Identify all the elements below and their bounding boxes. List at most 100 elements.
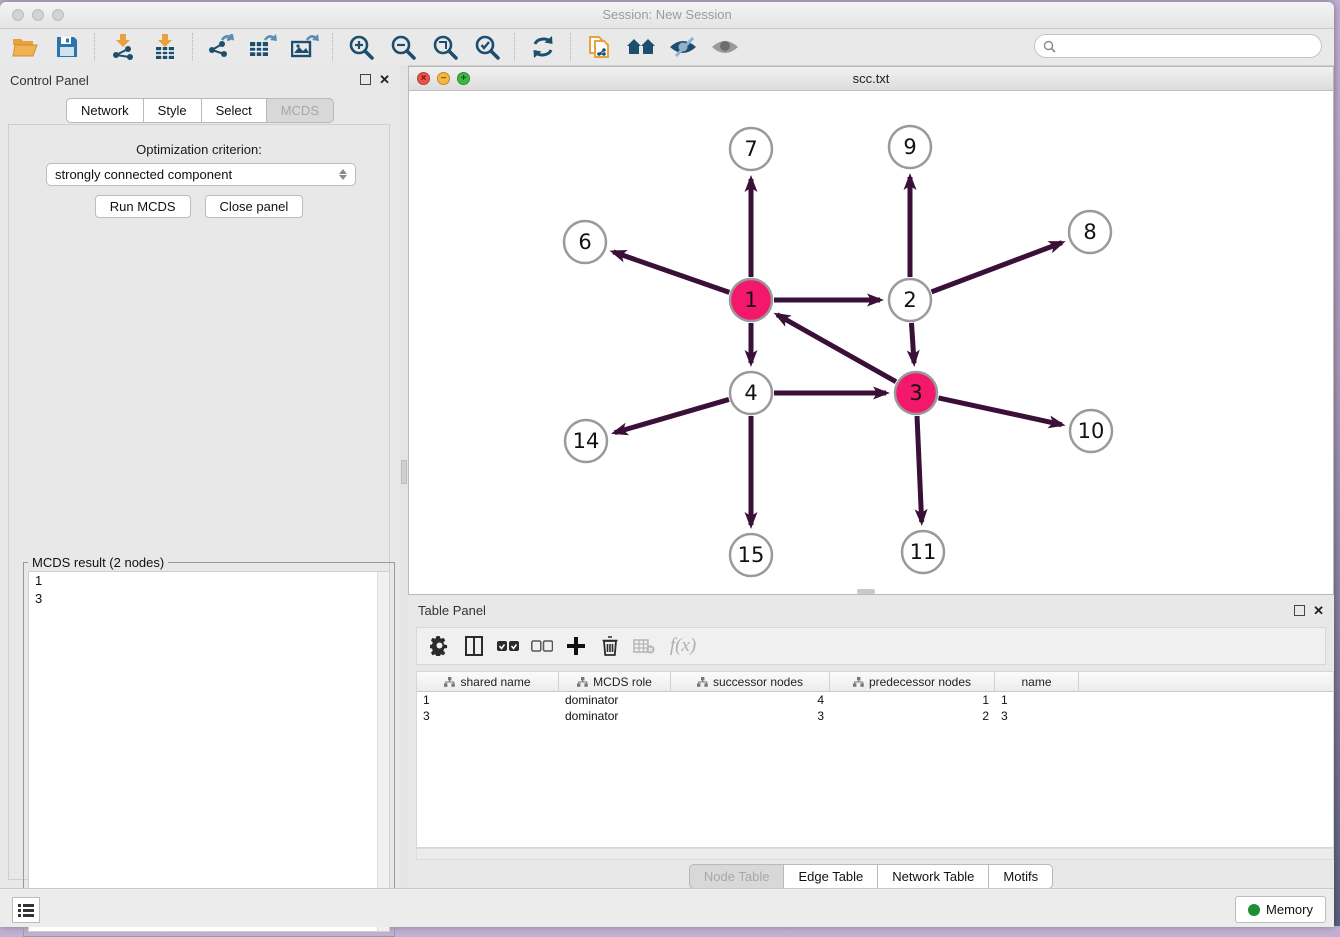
column-header-label: MCDS role [593, 675, 652, 689]
control-panel-title: Control Panel [10, 73, 89, 88]
toolbar-separator [332, 33, 334, 61]
cell-mcds-role[interactable]: dominator [559, 708, 671, 724]
import-table-icon[interactable] [148, 32, 182, 62]
table-toolbar: f(x) [416, 627, 1326, 665]
search-input[interactable] [1062, 38, 1313, 54]
export-image-icon[interactable] [288, 32, 322, 62]
cell-shared-name[interactable]: 1 [417, 692, 559, 708]
table-panel: Table Panel ✕ [408, 597, 1334, 888]
run-mcds-button[interactable]: Run MCDS [95, 195, 191, 218]
graph-edge-1-6[interactable] [613, 252, 729, 293]
memory-button[interactable]: Memory [1235, 896, 1326, 923]
panel-splitter[interactable] [400, 65, 408, 888]
graph-edge-3-11[interactable] [917, 416, 922, 522]
toolbar-separator [570, 33, 572, 61]
export-table-icon[interactable] [246, 32, 280, 62]
deselect-all-columns-icon[interactable] [527, 631, 557, 661]
table-row[interactable]: 1 dominator 4 1 1 [417, 692, 1333, 708]
hide-selected-icon[interactable] [666, 32, 700, 62]
cell-predecessor-nodes[interactable]: 2 [830, 708, 995, 724]
graph-node-label: 3 [909, 381, 922, 405]
zoom-selected-icon[interactable] [470, 32, 504, 62]
apply-function-icon[interactable]: f(x) [663, 631, 703, 661]
toolbar-separator [94, 33, 96, 61]
graph-node-label: 8 [1083, 220, 1096, 244]
select-all-columns-icon[interactable] [493, 631, 523, 661]
open-session-icon[interactable] [8, 32, 42, 62]
control-panel: Control Panel ✕ Network Style Select MCD… [0, 65, 400, 888]
refresh-view-icon[interactable] [526, 32, 560, 62]
cell-shared-name[interactable]: 3 [417, 708, 559, 724]
result-scrollbar[interactable] [377, 572, 389, 931]
criterion-dropdown[interactable]: strongly connected component [46, 163, 356, 186]
tab-network[interactable]: Network [66, 98, 144, 123]
toolbar-separator [192, 33, 194, 61]
tab-select[interactable]: Select [201, 98, 267, 123]
cell-name[interactable]: 1 [995, 692, 1079, 708]
cell-successor-nodes[interactable]: 4 [671, 692, 830, 708]
control-panel-tabs: Network Style Select MCDS [0, 98, 400, 123]
first-neighbors-icon[interactable] [624, 32, 658, 62]
graph-node-label: 2 [903, 288, 916, 312]
tab-edge-table[interactable]: Edge Table [783, 864, 878, 889]
close-panel-button[interactable]: Close panel [205, 195, 304, 218]
table-hscrollbar[interactable] [416, 848, 1334, 860]
column-header-mcds-role[interactable]: MCDS role [559, 672, 671, 691]
new-network-from-selection-icon[interactable] [582, 32, 616, 62]
cell-name[interactable]: 3 [995, 708, 1079, 724]
column-header-successor-nodes[interactable]: successor nodes [671, 672, 830, 691]
tab-motifs[interactable]: Motifs [988, 864, 1053, 889]
close-table-panel-icon[interactable]: ✕ [1313, 606, 1324, 615]
cell-mcds-role[interactable]: dominator [559, 692, 671, 708]
import-network-icon[interactable] [106, 32, 140, 62]
search-box[interactable] [1034, 34, 1322, 58]
close-panel-icon[interactable]: ✕ [379, 75, 390, 84]
add-column-icon[interactable] [561, 631, 591, 661]
mcds-result-item[interactable]: 3 [29, 590, 389, 608]
main-toolbar [0, 29, 1334, 66]
dropdown-stepper-icon [339, 169, 347, 180]
cell-successor-nodes[interactable]: 3 [671, 708, 830, 724]
tab-style[interactable]: Style [143, 98, 202, 123]
show-all-icon[interactable] [708, 32, 742, 62]
network-canvas[interactable]: 7968124314101511 [409, 91, 1333, 594]
column-header-shared-name[interactable]: shared name [417, 672, 559, 691]
tab-node-table[interactable]: Node Table [689, 864, 785, 889]
mcds-result-list[interactable]: 1 3 [28, 571, 390, 932]
canvas-hscroll-handle[interactable] [857, 589, 875, 594]
table-panel-title: Table Panel [418, 603, 486, 618]
delete-table-icon[interactable] [629, 631, 659, 661]
cell-predecessor-nodes[interactable]: 1 [830, 692, 995, 708]
graph-edge-3-1[interactable] [777, 315, 896, 382]
export-network-icon[interactable] [204, 32, 238, 62]
column-type-icon [444, 677, 455, 687]
column-type-icon [577, 677, 588, 687]
column-header-predecessor-nodes[interactable]: predecessor nodes [830, 672, 995, 691]
tab-network-table[interactable]: Network Table [877, 864, 989, 889]
graph-edge-2-3[interactable] [911, 323, 914, 363]
column-header-label: successor nodes [713, 675, 803, 689]
float-panel-icon[interactable] [360, 74, 371, 85]
column-header-label: predecessor nodes [869, 675, 971, 689]
fx-label: f(x) [670, 635, 696, 657]
tab-mcds[interactable]: MCDS [266, 98, 334, 123]
splitter-grip[interactable] [401, 460, 407, 484]
zoom-in-icon[interactable] [344, 32, 378, 62]
float-table-panel-icon[interactable] [1294, 605, 1305, 616]
task-history-button[interactable] [12, 897, 40, 923]
mcds-result-item[interactable]: 1 [29, 572, 389, 590]
graph-edge-4-14[interactable] [615, 399, 729, 432]
column-header-name[interactable]: name [995, 672, 1079, 691]
table-row[interactable]: 3 dominator 3 2 3 [417, 708, 1333, 724]
column-type-icon [853, 677, 864, 687]
delete-column-icon[interactable] [595, 631, 625, 661]
graph-edge-3-10[interactable] [938, 398, 1061, 425]
save-session-icon[interactable] [50, 32, 84, 62]
graph-node-label: 15 [738, 543, 765, 567]
column-header-label: shared name [460, 675, 530, 689]
zoom-out-icon[interactable] [386, 32, 420, 62]
graph-edge-2-8[interactable] [932, 243, 1062, 292]
column-layout-icon[interactable] [459, 631, 489, 661]
table-settings-icon[interactable] [425, 631, 455, 661]
zoom-fit-icon[interactable] [428, 32, 462, 62]
